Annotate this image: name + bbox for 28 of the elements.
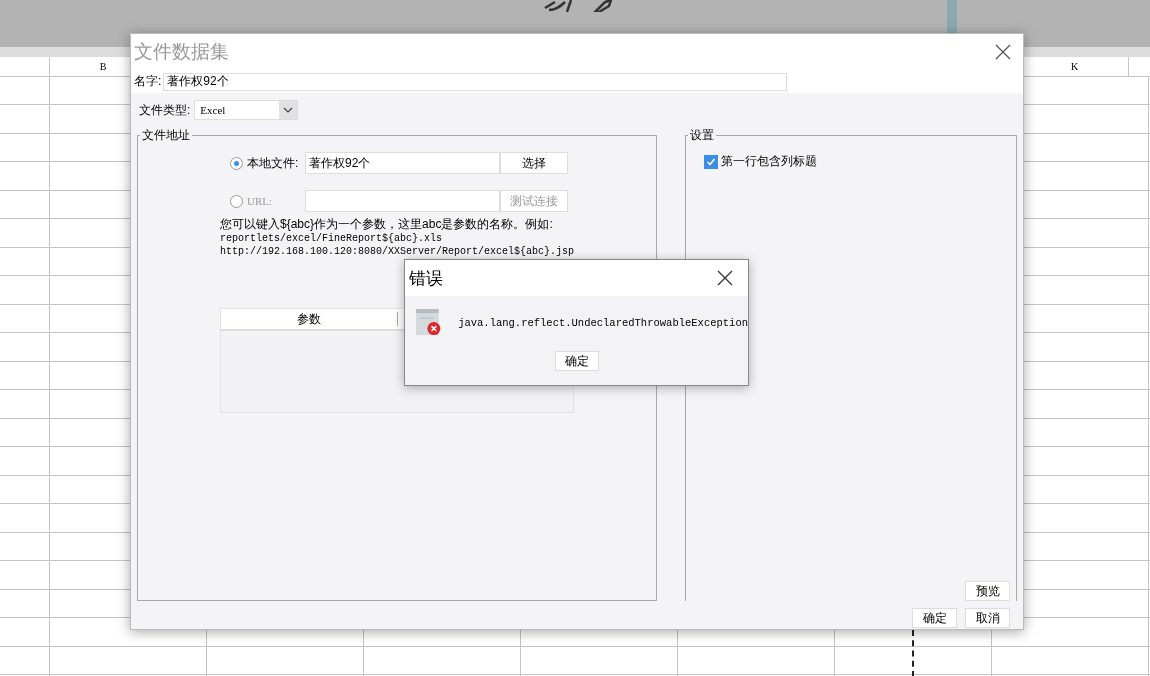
example-path: http://192.168.100.120:8080/XXServer/Report/excel${abc}.jsp bbox=[220, 245, 576, 258]
hint-text: 您可以键入${abc}作为一个参数，这里abc是参数的名称。例如: bbox=[220, 217, 554, 232]
close-icon[interactable] bbox=[717, 270, 733, 286]
radio-button[interactable] bbox=[230, 194, 243, 208]
cancel-button[interactable]: 取消 bbox=[965, 608, 1010, 628]
option-button[interactable]: 选择 bbox=[500, 152, 568, 174]
group-title: 文件地址 bbox=[141, 127, 191, 144]
radio-button[interactable] bbox=[230, 156, 243, 170]
checkbox[interactable] bbox=[704, 154, 719, 169]
dialog-title: 错误 bbox=[409, 267, 443, 290]
ok-button[interactable]: 确定 bbox=[912, 608, 957, 628]
file-type-dropdown[interactable]: Excel bbox=[194, 100, 299, 120]
option-label: URL: bbox=[247, 195, 274, 207]
chevron-icon bbox=[279, 101, 298, 119]
column-header: 参数 bbox=[221, 312, 398, 326]
path-field[interactable]: 著作权92个 bbox=[305, 152, 500, 174]
field-label: 名字: bbox=[134, 73, 162, 90]
group-title: 设置 bbox=[689, 127, 716, 144]
preview-button[interactable]: 预览 bbox=[965, 581, 1010, 601]
name-field[interactable]: 著作权92个 bbox=[163, 72, 788, 91]
error-message: java.lang.reflect.UndeclaredThrowableException bbox=[458, 316, 748, 329]
option-label: 本地文件: bbox=[247, 154, 300, 172]
path-field[interactable] bbox=[305, 190, 500, 212]
ok-button[interactable]: 确定 bbox=[554, 351, 599, 371]
close-icon[interactable] bbox=[995, 44, 1011, 60]
example-path: reportlets/excel/FineReport${abc}.xls bbox=[220, 232, 444, 245]
field-label: 文件类型: bbox=[139, 101, 191, 119]
checkbox-label: 第一行包含列标题 bbox=[721, 153, 818, 170]
